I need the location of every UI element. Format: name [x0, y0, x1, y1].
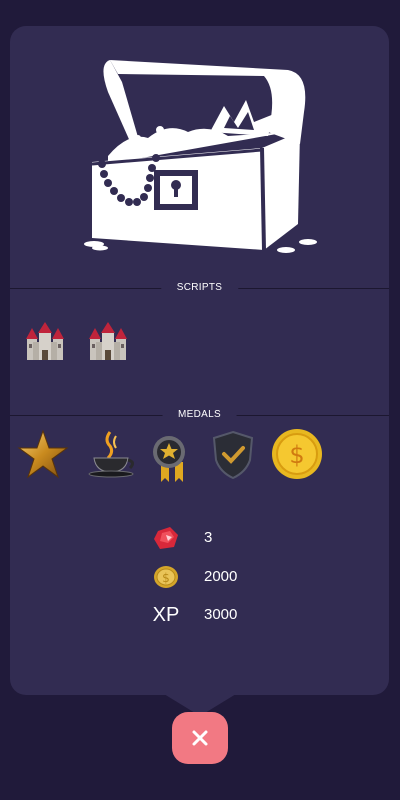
- gold-star-icon: [17, 429, 69, 479]
- scripts-divider: SCRIPTS: [10, 280, 389, 296]
- close-button[interactable]: [172, 712, 228, 764]
- medals-divider: MEDALS: [10, 407, 389, 423]
- reward-screen: SCRIPTS MEDALS $ 3 $ 2000 XP 3000: [0, 0, 400, 800]
- gems-reward-row: 3: [148, 523, 308, 553]
- xp-value: 3000: [204, 606, 238, 623]
- close-icon: [192, 730, 208, 746]
- castle-icon: [26, 322, 64, 360]
- xp-label-cell: XP: [148, 600, 184, 630]
- xp-label: XP: [152, 604, 180, 626]
- castle-icon: [89, 322, 127, 360]
- svg-text:$: $: [162, 571, 170, 585]
- red-gem-icon: [148, 523, 184, 553]
- medals-section-label: MEDALS: [162, 409, 237, 421]
- dollar-coin-icon: $: [272, 429, 322, 479]
- coins-value: 2000: [204, 568, 238, 585]
- gems-value: 3: [204, 529, 213, 546]
- star-ribbon-medal-icon: [153, 436, 185, 482]
- treasure-chest-icon: [84, 60, 317, 253]
- svg-text:$: $: [289, 441, 304, 469]
- gold-coin-icon: $: [148, 562, 184, 592]
- xp-reward-row: XP 3000: [148, 600, 308, 630]
- coffee-cup-icon: [88, 431, 135, 478]
- scripts-section-label: SCRIPTS: [160, 282, 239, 294]
- shield-check-icon: [212, 430, 254, 480]
- coins-reward-row: $ 2000: [148, 562, 308, 592]
